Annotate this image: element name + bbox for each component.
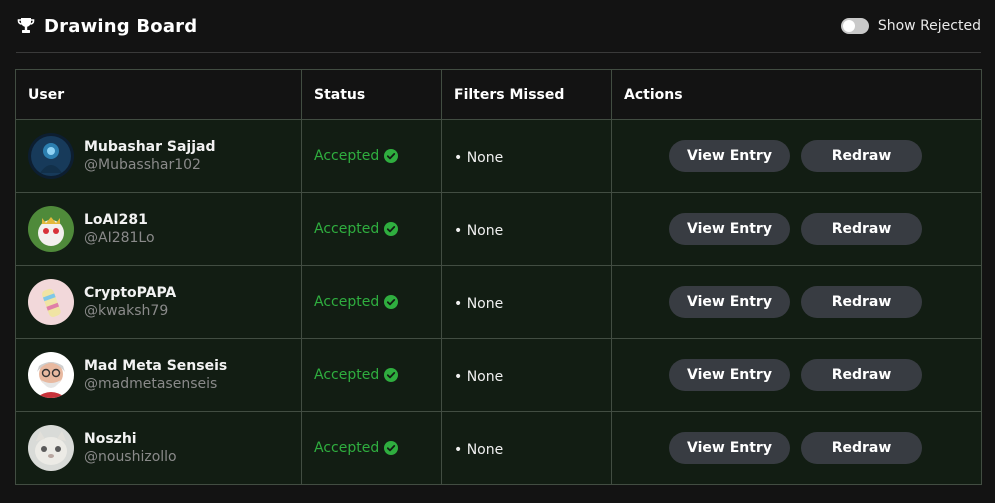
avatar: [28, 279, 74, 325]
page-header: Drawing Board Show Rejected: [16, 0, 981, 53]
status-text: Accepted: [314, 148, 380, 164]
column-header-actions: Actions: [611, 69, 982, 120]
user-name: CryptoPAPA: [84, 285, 177, 301]
actions-cell: View Entry Redraw: [611, 192, 982, 266]
status-cell: Accepted: [301, 338, 442, 412]
entries-table: User Status Filters Missed Actions Mubas…: [15, 69, 982, 485]
check-circle-icon: [384, 295, 399, 309]
user-cell: Mad Meta Senseis @madmetasenseis: [15, 338, 302, 412]
column-header-status: Status: [301, 69, 442, 120]
show-rejected-label: Show Rejected: [877, 18, 981, 34]
user-handle: @kwaksh79: [84, 303, 169, 319]
avatar: [28, 352, 74, 398]
user-cell: CryptoPAPA @kwaksh79: [15, 265, 302, 339]
filters-cell: • None: [441, 265, 612, 339]
avatar: [28, 206, 74, 252]
user-handle: @AI281Lo: [84, 230, 155, 246]
user-handle: @Mubasshar102: [84, 157, 201, 173]
filters-missed-value: • None: [454, 368, 504, 385]
actions-cell: View Entry Redraw: [611, 265, 982, 339]
avatar: [28, 133, 74, 179]
table-row: LoAI281 @AI281Lo Accepted • None View En…: [15, 192, 982, 266]
column-header-filters-missed: Filters Missed: [441, 69, 612, 120]
status-cell: Accepted: [301, 192, 442, 266]
filters-cell: • None: [441, 192, 612, 266]
filters-missed-value: • None: [454, 149, 504, 166]
view-entry-button[interactable]: View Entry: [669, 286, 790, 318]
filters-cell: • None: [441, 338, 612, 412]
show-rejected-toggle[interactable]: [840, 18, 869, 34]
status-text: Accepted: [314, 221, 380, 237]
show-rejected-control: Show Rejected: [840, 18, 981, 34]
actions-cell: View Entry Redraw: [611, 338, 982, 412]
check-circle-icon: [384, 441, 399, 455]
redraw-button[interactable]: Redraw: [801, 359, 922, 391]
status-text: Accepted: [314, 367, 380, 383]
actions-cell: View Entry Redraw: [611, 411, 982, 485]
check-circle-icon: [384, 149, 399, 163]
view-entry-button[interactable]: View Entry: [669, 213, 790, 245]
check-circle-icon: [384, 222, 399, 236]
user-handle: @madmetasenseis: [84, 376, 218, 392]
view-entry-button[interactable]: View Entry: [669, 140, 790, 172]
actions-cell: View Entry Redraw: [611, 119, 982, 193]
table-row: Mubashar Sajjad @Mubasshar102 Accepted •…: [15, 119, 982, 193]
status-text: Accepted: [314, 294, 380, 310]
filters-missed-value: • None: [454, 441, 504, 458]
trophy-icon: [16, 16, 36, 36]
user-cell: Noszhi @noushizollo: [15, 411, 302, 485]
title-group: Drawing Board: [16, 16, 197, 37]
status-text: Accepted: [314, 440, 380, 456]
user-cell: LoAI281 @AI281Lo: [15, 192, 302, 266]
user-name: Noszhi: [84, 431, 137, 447]
view-entry-button[interactable]: View Entry: [669, 359, 790, 391]
table-row: CryptoPAPA @kwaksh79 Accepted • None Vie…: [15, 265, 982, 339]
filters-cell: • None: [441, 411, 612, 485]
redraw-button[interactable]: Redraw: [801, 213, 922, 245]
toggle-knob: [842, 20, 855, 32]
user-name: Mubashar Sajjad: [84, 139, 216, 155]
redraw-button[interactable]: Redraw: [801, 432, 922, 464]
user-cell: Mubashar Sajjad @Mubasshar102: [15, 119, 302, 193]
filters-missed-value: • None: [454, 222, 504, 239]
user-name: LoAI281: [84, 212, 148, 228]
table-row: Mad Meta Senseis @madmetasenseis Accepte…: [15, 338, 982, 412]
table-row: Noszhi @noushizollo Accepted • None View…: [15, 411, 982, 485]
filters-missed-value: • None: [454, 295, 504, 312]
status-cell: Accepted: [301, 119, 442, 193]
filters-cell: • None: [441, 119, 612, 193]
column-header-user: User: [15, 69, 302, 120]
user-handle: @noushizollo: [84, 449, 177, 465]
redraw-button[interactable]: Redraw: [801, 286, 922, 318]
page-title: Drawing Board: [44, 15, 198, 37]
user-name: Mad Meta Senseis: [84, 358, 228, 374]
status-cell: Accepted: [301, 265, 442, 339]
avatar: [28, 425, 74, 471]
redraw-button[interactable]: Redraw: [801, 140, 922, 172]
status-cell: Accepted: [301, 411, 442, 485]
check-circle-icon: [384, 368, 399, 382]
table-header-row: User Status Filters Missed Actions: [15, 69, 982, 120]
view-entry-button[interactable]: View Entry: [669, 432, 790, 464]
